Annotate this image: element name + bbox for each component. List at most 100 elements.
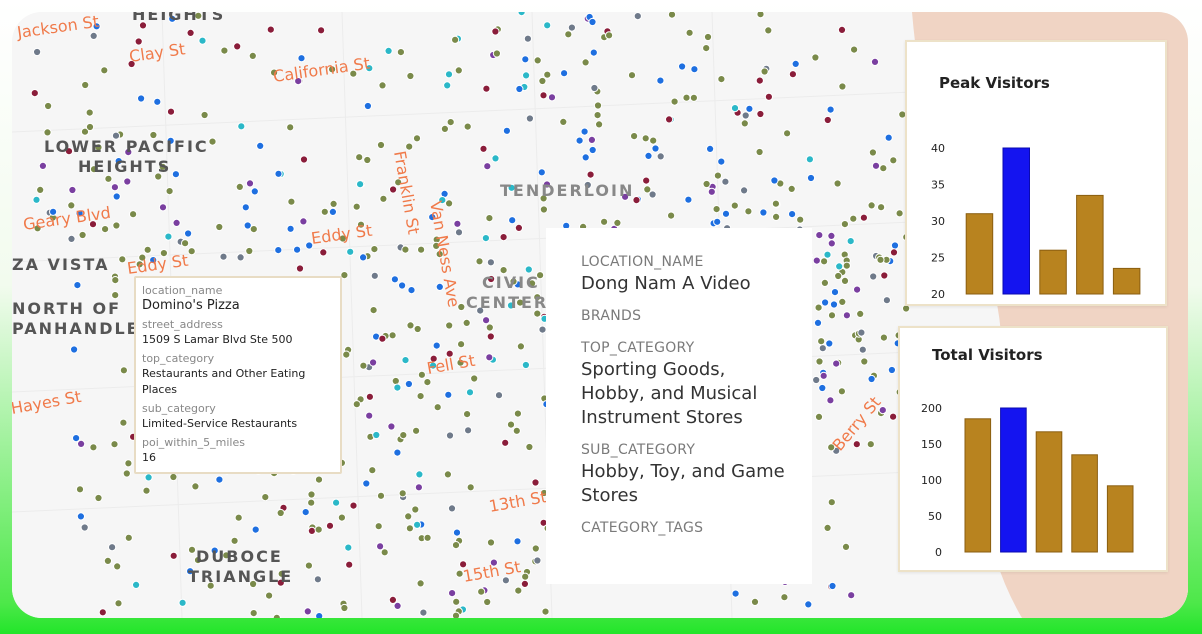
poi-dot[interactable] (178, 598, 187, 607)
poi-dot[interactable] (491, 154, 500, 163)
poi-dot[interactable] (215, 222, 224, 232)
poi-dot[interactable] (833, 179, 842, 188)
poi-dot[interactable] (399, 431, 408, 440)
poi-dot[interactable] (369, 358, 378, 367)
poi-dot[interactable] (850, 45, 859, 54)
poi-dot[interactable] (837, 387, 847, 396)
poi-dot[interactable] (470, 374, 479, 383)
poi-dot[interactable] (378, 81, 387, 90)
poi-dot[interactable] (307, 526, 316, 536)
poi-dot[interactable] (415, 470, 424, 479)
poi-dot[interactable] (124, 533, 133, 542)
poi-dot[interactable] (464, 426, 473, 435)
poi-dot[interactable] (479, 144, 488, 153)
poi-dot[interactable] (513, 537, 522, 546)
poi-dot[interactable] (405, 524, 414, 533)
poi-dot[interactable] (871, 161, 881, 170)
poi-dot[interactable] (299, 155, 309, 164)
poi-dot[interactable] (272, 613, 281, 618)
poi-dot[interactable] (111, 291, 120, 300)
poi-dot[interactable] (721, 209, 731, 218)
poi-dot[interactable] (812, 256, 821, 265)
bar-3[interactable] (1039, 249, 1067, 295)
poi-dot[interactable] (860, 357, 869, 366)
poi-dot[interactable] (301, 508, 310, 517)
poi-dot[interactable] (389, 185, 398, 194)
poi-dot[interactable] (307, 498, 316, 507)
poi-dot[interactable] (514, 223, 523, 232)
poi-dot[interactable] (423, 378, 432, 387)
poi-dot[interactable] (265, 591, 274, 600)
poi-dot[interactable] (110, 183, 120, 192)
poi-dot[interactable] (847, 591, 856, 600)
poi-dot[interactable] (208, 137, 217, 146)
poi-dot[interactable] (286, 224, 295, 233)
poi-dot[interactable] (198, 36, 207, 45)
poi-dot[interactable] (359, 361, 368, 370)
poi-dot[interactable] (355, 153, 364, 162)
poi-dot[interactable] (414, 483, 423, 492)
poi-dot[interactable] (112, 221, 121, 230)
poi-dot[interactable] (144, 473, 153, 482)
poi-dot[interactable] (846, 237, 855, 246)
poi-dot[interactable] (249, 225, 258, 234)
poi-dot[interactable] (588, 145, 597, 155)
poi-dot[interactable] (446, 118, 455, 127)
poi-dot[interactable] (744, 207, 753, 216)
poi-dot[interactable] (370, 245, 379, 254)
poi-dot[interactable] (132, 580, 141, 590)
bar-2[interactable] (1000, 407, 1027, 553)
poi-dot[interactable] (68, 185, 77, 195)
poi-dot[interactable] (251, 525, 260, 534)
bar-1[interactable] (964, 418, 992, 553)
poi-dot[interactable] (77, 439, 86, 448)
poi-dot[interactable] (452, 528, 462, 537)
poi-dot[interactable] (445, 321, 454, 330)
poi-dot[interactable] (538, 76, 547, 86)
poi-dot[interactable] (817, 337, 826, 346)
poi-dot[interactable] (667, 211, 676, 220)
poi-dot[interactable] (181, 239, 190, 248)
poi-dot[interactable] (220, 46, 229, 55)
poi-dot[interactable] (521, 360, 531, 370)
poi-dot[interactable] (369, 306, 378, 315)
poi-dot[interactable] (890, 241, 900, 250)
poi-dot[interactable] (393, 383, 402, 392)
poi-dot[interactable] (485, 353, 494, 362)
poi-dot[interactable] (641, 134, 650, 143)
poi-dot[interactable] (870, 57, 880, 67)
poi-dot[interactable] (344, 543, 353, 552)
poi-dot[interactable] (821, 298, 830, 307)
poi-dot[interactable] (297, 54, 306, 63)
poi-dot[interactable] (644, 151, 653, 160)
poi-dot[interactable] (811, 53, 820, 62)
poi-dot[interactable] (404, 512, 413, 521)
poi-dot[interactable] (75, 485, 85, 494)
poi-dot[interactable] (508, 216, 517, 225)
poi-dot[interactable] (575, 136, 584, 145)
poi-dot[interactable] (525, 114, 535, 123)
poi-dot[interactable] (667, 12, 677, 19)
poi-dot[interactable] (340, 603, 349, 613)
poi-dot[interactable] (730, 104, 740, 113)
poi-dot[interactable] (857, 328, 866, 337)
poi-dot[interactable] (401, 356, 410, 365)
poi-dot[interactable] (293, 245, 302, 254)
poi-dot[interactable] (702, 44, 711, 53)
poi-dot[interactable] (867, 374, 876, 384)
poi-dot[interactable] (313, 575, 322, 584)
poi-dot[interactable] (595, 120, 604, 129)
poi-dot[interactable] (521, 572, 530, 581)
poi-dot[interactable] (85, 122, 95, 132)
poi-dot[interactable] (33, 47, 42, 57)
poi-dot[interactable] (319, 248, 328, 257)
poi-dot[interactable] (134, 37, 143, 46)
poi-dot[interactable] (365, 411, 374, 420)
poi-dot[interactable] (444, 390, 453, 399)
poi-dot[interactable] (483, 162, 492, 171)
poi-dot[interactable] (73, 281, 82, 290)
poi-dot[interactable] (879, 333, 889, 342)
poi-dot[interactable] (398, 281, 407, 290)
poi-dot[interactable] (314, 525, 323, 534)
poi-dot[interactable] (398, 489, 407, 498)
